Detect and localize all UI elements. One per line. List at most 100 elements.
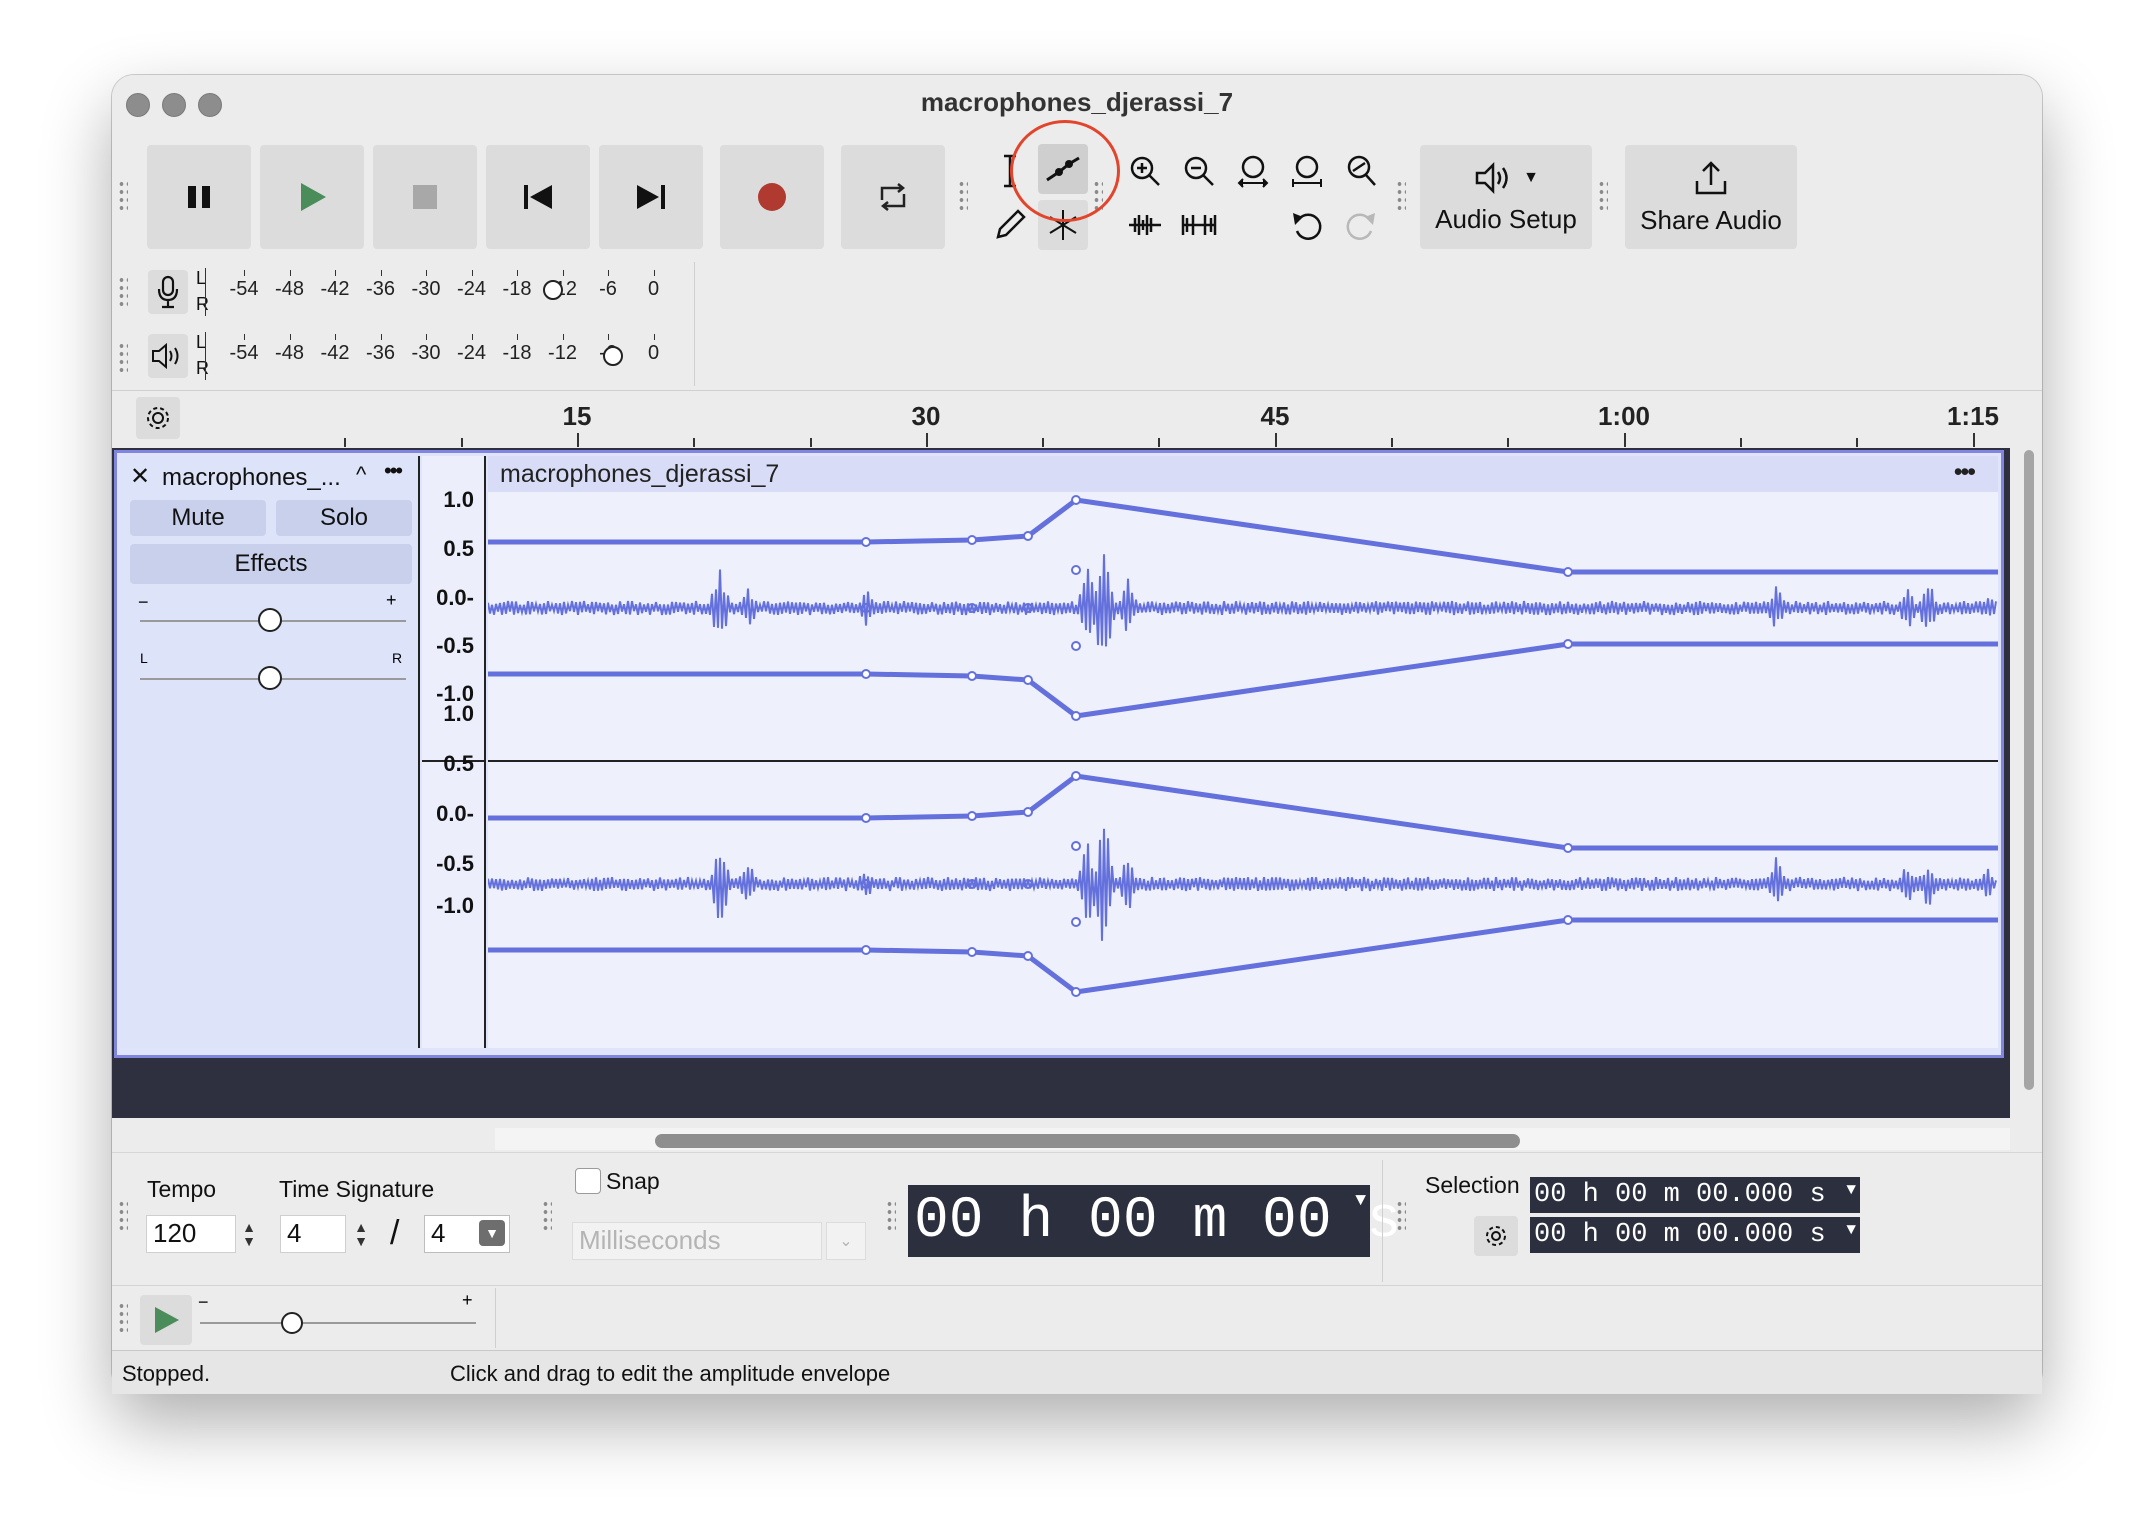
mute-button[interactable]: Mute [130, 500, 266, 536]
envelope-point[interactable] [861, 945, 871, 955]
tempo-stepper[interactable]: ▲ ▼ [238, 1215, 260, 1253]
envelope-point[interactable] [861, 537, 871, 547]
loop-button[interactable] [841, 145, 945, 249]
waveform[interactable] [488, 456, 1998, 1048]
play-button[interactable] [260, 145, 364, 249]
envelope-point[interactable] [1071, 771, 1081, 781]
envelope-point[interactable] [1023, 675, 1033, 685]
envelope-point[interactable] [1071, 917, 1081, 927]
toolbar-grip[interactable] [1396, 180, 1406, 210]
skip-to-start-button[interactable] [486, 145, 590, 249]
horizontal-scrollbar[interactable] [655, 1134, 1520, 1148]
track-name[interactable]: macrophones_... [162, 464, 341, 492]
track-menu-icon[interactable]: ••• [384, 458, 403, 484]
envelope-point[interactable] [1023, 807, 1033, 817]
toolbar-grip[interactable] [886, 1200, 896, 1230]
numerator-stepper[interactable]: ▲ ▼ [350, 1215, 372, 1253]
silence-audio-button[interactable] [1174, 200, 1224, 250]
envelope-point[interactable] [1563, 915, 1573, 925]
selection-end-display[interactable]: 00 h 00 m 00.000 s ▼ [1530, 1217, 1860, 1253]
envelope-point[interactable] [1071, 565, 1081, 575]
record-volume-knob[interactable] [543, 280, 563, 300]
timeline-ruler[interactable]: 15 30 45 1:00 1:15 [112, 390, 2042, 447]
envelope-point[interactable] [1071, 495, 1081, 505]
vertical-scrollbar[interactable] [2024, 450, 2034, 1090]
effects-button[interactable]: Effects [130, 544, 412, 584]
time-signature-denominator[interactable]: 4 ▼ [424, 1215, 510, 1253]
envelope-point[interactable] [967, 811, 977, 821]
zoom-out-button[interactable] [1174, 146, 1224, 196]
pause-button[interactable] [147, 145, 251, 249]
envelope-lower[interactable] [488, 917, 1998, 995]
envelope-upper[interactable] [488, 773, 1998, 851]
snap-unit-select[interactable]: Milliseconds [572, 1222, 822, 1260]
undo-button[interactable] [1282, 200, 1332, 250]
toolbar-grip[interactable] [542, 1200, 552, 1230]
envelope-point[interactable] [1023, 531, 1033, 541]
selection-settings-button[interactable] [1474, 1216, 1518, 1256]
envelope-point[interactable] [967, 671, 977, 681]
time-display[interactable]: 00 h 00 m 00 s ▼ [908, 1185, 1401, 1257]
envelope-point[interactable] [1071, 711, 1081, 721]
dropdown-arrow-icon[interactable]: ▼ [1846, 1181, 1856, 1199]
redo-button[interactable] [1336, 200, 1386, 250]
playback-volume-knob[interactable] [603, 346, 623, 366]
stop-button[interactable] [373, 145, 477, 249]
dropdown-arrow-icon[interactable]: ▼ [1846, 1221, 1856, 1239]
envelope-upper[interactable] [488, 497, 1998, 575]
fit-selection-button[interactable] [1228, 146, 1278, 196]
meter-tick [653, 270, 655, 276]
envelope-point[interactable] [967, 535, 977, 545]
waveform-channel[interactable] [488, 554, 1997, 647]
toolbar-grip[interactable] [118, 1200, 128, 1230]
envelope-point[interactable] [861, 813, 871, 823]
envelope-point[interactable] [1071, 841, 1081, 851]
gain-slider-thumb[interactable] [258, 608, 282, 632]
toolbar-grip[interactable] [118, 180, 128, 210]
envelope-lower[interactable] [488, 641, 1998, 719]
envelope-point[interactable] [1071, 987, 1081, 997]
chevron-down-icon[interactable]: ▼ [479, 1220, 505, 1246]
toolbar-grip[interactable] [958, 180, 968, 210]
tempo-input[interactable]: 120 [146, 1215, 236, 1253]
speed-slider-thumb[interactable] [281, 1312, 303, 1334]
pan-slider-thumb[interactable] [258, 666, 282, 690]
time-signature-numerator[interactable]: 4 [280, 1215, 346, 1253]
close-track-icon[interactable]: ✕ [130, 462, 150, 491]
collapse-track-icon[interactable]: ^ [356, 462, 366, 488]
meter-grip[interactable] [118, 276, 128, 306]
track-area[interactable]: ✕ macrophones_... ^ ••• Mute Solo Effect… [112, 448, 2010, 1118]
record-meter-scale[interactable]: -54-48-42-36-30-24-18-12-60 [205, 268, 686, 316]
record-meter-button[interactable] [148, 270, 188, 314]
envelope-point[interactable] [861, 669, 871, 679]
envelope-point[interactable] [1023, 951, 1033, 961]
toolbar-grip[interactable] [1396, 1200, 1406, 1230]
zoom-in-button[interactable] [1120, 146, 1170, 196]
meter-grip[interactable] [118, 342, 128, 372]
envelope-point[interactable] [1563, 843, 1573, 853]
time-format-dropdown-icon[interactable]: ▼ [1355, 1191, 1366, 1211]
envelope-point[interactable] [1563, 639, 1573, 649]
playback-meter-button[interactable] [148, 334, 188, 378]
zoom-toggle-button[interactable] [1336, 146, 1386, 196]
skip-to-end-button[interactable] [599, 145, 703, 249]
play-at-speed-button[interactable] [140, 1295, 192, 1345]
speed-slider-track[interactable] [200, 1322, 476, 1324]
audio-clip[interactable]: macrophones_djerassi_7 ••• [488, 456, 1998, 1048]
share-audio-button[interactable]: Share Audio [1625, 145, 1797, 249]
envelope-point[interactable] [967, 947, 977, 957]
toolbar-grip[interactable] [1598, 180, 1608, 210]
snap-label: Snap [606, 1168, 660, 1194]
audio-setup-button[interactable]: ▼ Audio Setup [1420, 145, 1592, 249]
envelope-point[interactable] [1563, 567, 1573, 577]
solo-button[interactable]: Solo [276, 500, 412, 536]
snap-checkbox[interactable] [575, 1168, 601, 1194]
fit-project-button[interactable] [1282, 146, 1332, 196]
snap-unit-chevron-icon[interactable]: ⌄ [826, 1222, 866, 1260]
trim-audio-button[interactable] [1120, 200, 1170, 250]
track-control-panel[interactable]: ✕ macrophones_... ^ ••• Mute Solo Effect… [120, 456, 420, 1048]
toolbar-grip[interactable] [118, 1302, 128, 1332]
selection-start-display[interactable]: 00 h 00 m 00.000 s ▼ [1530, 1177, 1860, 1213]
envelope-point[interactable] [1071, 641, 1081, 651]
record-button[interactable] [720, 145, 824, 249]
